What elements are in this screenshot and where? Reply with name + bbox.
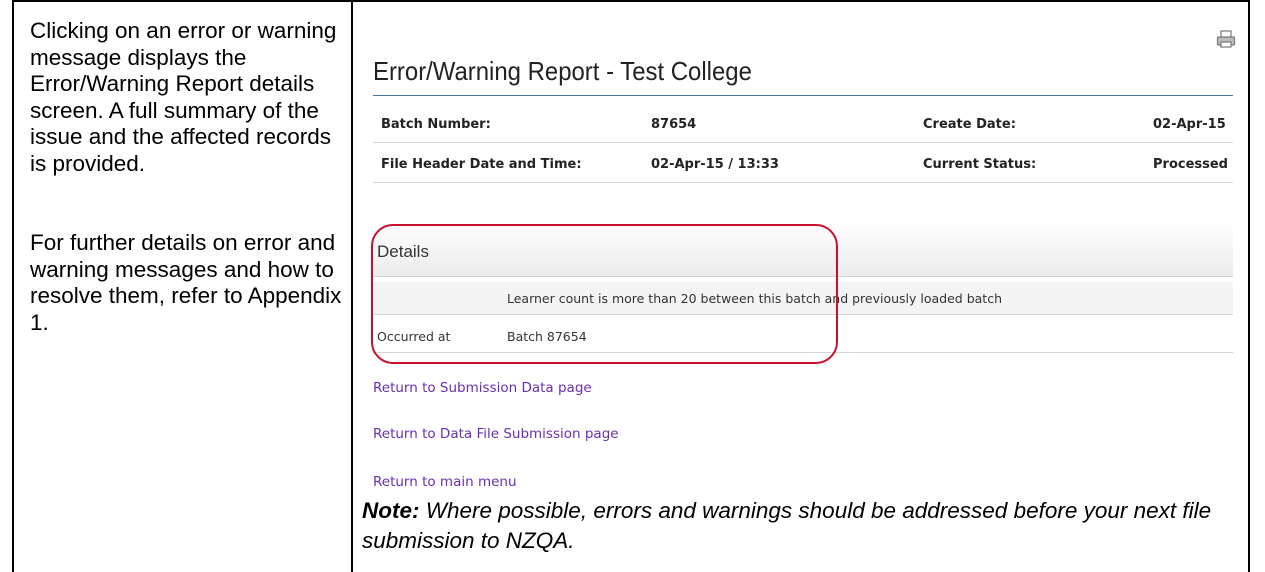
printer-icon[interactable] bbox=[1216, 30, 1236, 48]
create-date-value: 02-Apr-15 bbox=[1153, 117, 1226, 132]
batch-number-label: Batch Number: bbox=[381, 117, 491, 132]
details-heading: Details bbox=[377, 242, 429, 261]
batch-number-value: 87654 bbox=[651, 117, 697, 132]
return-submission-data-link[interactable]: Return to Submission Data page bbox=[373, 380, 592, 396]
note-label: Note: bbox=[362, 498, 420, 523]
error-message-row[interactable]: Learner count is more than 20 between th… bbox=[373, 282, 1233, 315]
create-date-label: Create Date: bbox=[923, 117, 1016, 132]
occurred-at-value: Batch 87654 bbox=[507, 329, 587, 344]
current-status-label: Current Status: bbox=[923, 157, 1037, 172]
note-text: Note: Where possible, errors and warning… bbox=[362, 496, 1242, 556]
return-data-file-submission-link[interactable]: Return to Data File Submission page bbox=[373, 426, 619, 442]
file-header-value: 02-Apr-15 / 13:33 bbox=[651, 157, 779, 172]
note-body: Where possible, errors and warnings shou… bbox=[362, 498, 1212, 553]
error-message-text: Learner count is more than 20 between th… bbox=[507, 291, 1003, 306]
instruction-paragraph-1: Clicking on an error or warning message … bbox=[30, 18, 337, 176]
meta-row-file-header: File Header Date and Time: 02-Apr-15 / 1… bbox=[373, 146, 1233, 183]
meta-row-batch: Batch Number: 87654 Create Date: 02-Apr-… bbox=[373, 106, 1233, 143]
instruction-text: Clicking on an error or warning message … bbox=[30, 18, 342, 336]
details-heading-bar: Details bbox=[373, 220, 1233, 277]
title-divider bbox=[373, 95, 1233, 96]
page-title: Error/Warning Report - Test College bbox=[373, 56, 752, 86]
current-status-value: Processed bbox=[1153, 157, 1228, 172]
return-main-menu-link[interactable]: Return to main menu bbox=[373, 474, 517, 490]
occurred-at-row: Occurred at Batch 87654 bbox=[373, 320, 1233, 353]
occurred-at-label: Occurred at bbox=[377, 329, 451, 344]
column-divider bbox=[351, 0, 353, 572]
file-header-label: File Header Date and Time: bbox=[381, 157, 582, 172]
instruction-paragraph-2: For further details on error and warning… bbox=[30, 230, 342, 335]
